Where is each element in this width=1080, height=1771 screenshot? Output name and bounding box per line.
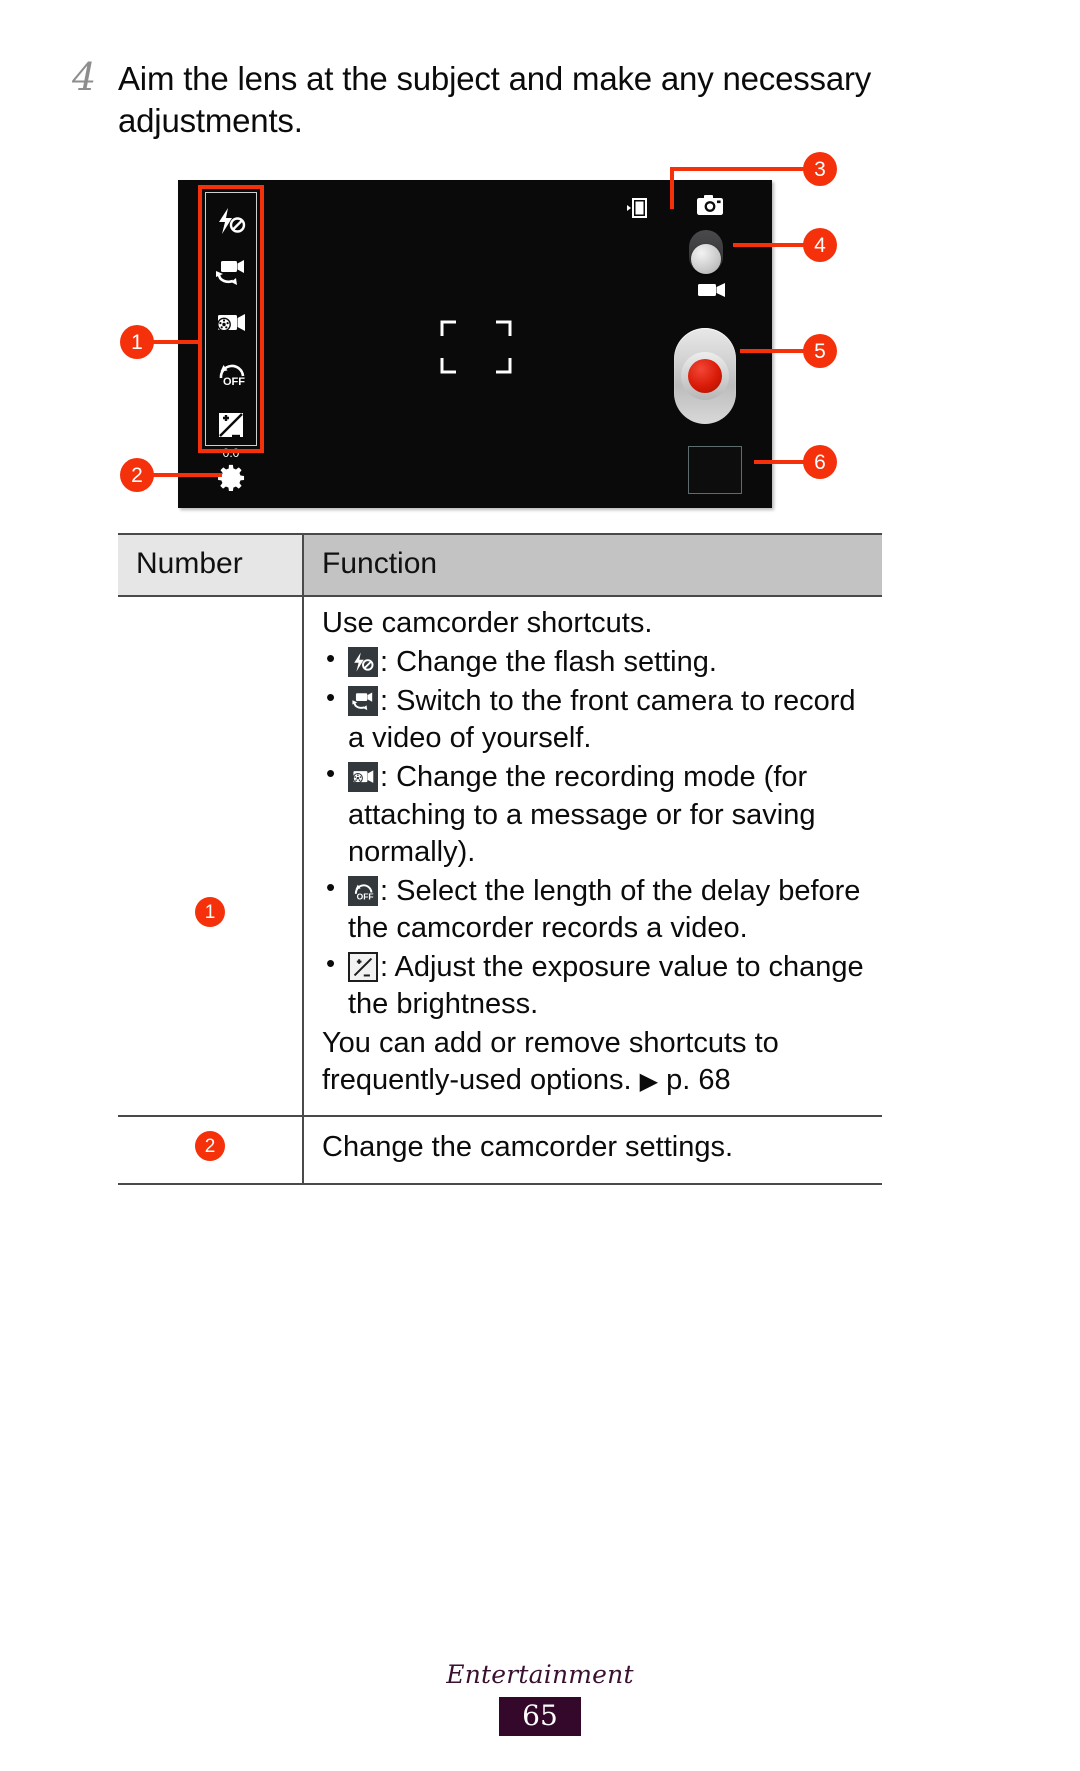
callout-badge-2: 2	[120, 458, 154, 492]
bullet-text: : Change the flash setting.	[380, 646, 717, 679]
autofocus-frame	[440, 320, 512, 374]
shortcuts-highlight-box	[198, 185, 264, 453]
bullet-text: : Select the length of the delay before …	[348, 874, 861, 944]
timer-off-icon: OFF	[348, 875, 378, 906]
callout-badge-3: 3	[803, 152, 837, 186]
shortcuts-bullet-list: : Change the flash setting. : Switch t	[322, 642, 872, 1023]
cross-reference-arrow-icon: ▶	[639, 1068, 659, 1096]
list-item: OFF : Select the length of the delay bef…	[322, 871, 872, 947]
page-number-badge: 65	[499, 1697, 581, 1737]
camera-icon	[696, 194, 724, 221]
recording-mode-icon	[348, 762, 378, 793]
callout-leader-5	[740, 349, 807, 353]
callout-leader-6	[754, 460, 807, 464]
callout-leader-2	[152, 473, 222, 477]
switch-camera-icon	[348, 686, 378, 717]
callout-leader-3-v	[670, 167, 674, 209]
list-item: : Change the flash setting.	[322, 642, 872, 681]
record-button[interactable]	[674, 328, 736, 424]
svg-text:OFF: OFF	[357, 891, 374, 901]
callout-leader-4	[733, 243, 807, 247]
list-item: : Adjust the exposure value to change th…	[322, 947, 872, 1023]
step-instruction: 4 Aim the lens at the subject and make a…	[72, 55, 952, 142]
footer-section-title: Entertainment	[446, 1660, 634, 1689]
list-item: : Change the recording mode (for attachi…	[322, 757, 872, 870]
camcorder-screen-figure: OFF 0.0 3 4 5 6 1 2	[0, 150, 1080, 530]
callout-badge-1: 1	[120, 325, 154, 359]
table-cell-number-2: 2	[118, 1116, 303, 1185]
table-row: 1 Use camcorder shortcuts. : Change the …	[118, 596, 882, 1118]
image-viewer-thumbnail[interactable]	[688, 446, 742, 494]
page-footer: Entertainment 65	[0, 1660, 1080, 1737]
callout-badge-5: 5	[803, 334, 837, 368]
exposure-value-icon	[348, 951, 378, 982]
row-badge-2: 2	[195, 1131, 225, 1162]
shortcuts-intro: Use camcorder shortcuts.	[322, 607, 653, 639]
record-button-ring[interactable]	[681, 352, 729, 400]
step-text: Aim the lens at the subject and make any…	[118, 60, 872, 139]
device-preview-screen: OFF 0.0	[178, 180, 772, 508]
shortcuts-outro: You can add or remove shortcuts to frequ…	[322, 1025, 872, 1099]
table-header-function: Function	[302, 533, 882, 597]
toggle-knob[interactable]	[691, 244, 721, 274]
callout-leader-1	[152, 340, 202, 344]
callout-badge-4: 4	[803, 228, 837, 262]
shortcuts-outro-page: p. 68	[666, 1064, 731, 1097]
row-badge-1: 1	[195, 897, 225, 927]
table-cell-number-1: 1	[118, 596, 303, 1118]
camcorder-mode-icon	[698, 282, 726, 303]
flash-off-icon	[348, 647, 378, 678]
callout-leader-3-h	[670, 167, 806, 171]
storage-location-indicator	[627, 198, 649, 218]
table-cell-function-1: Use camcorder shortcuts. : Change the fl…	[302, 596, 882, 1118]
callout-badge-6: 6	[803, 445, 837, 479]
record-button-dot[interactable]	[688, 359, 722, 393]
camera-camcorder-mode-toggle[interactable]	[687, 230, 725, 276]
table-cell-function-2: Change the camcorder settings.	[302, 1116, 882, 1185]
bullet-text: : Adjust the exposure value to change th…	[348, 950, 864, 1021]
step-number: 4	[72, 55, 97, 99]
bullet-text: : Switch to the front camera to record a…	[348, 685, 856, 755]
table-header-number: Number	[118, 533, 303, 597]
table-row: 2 Change the camcorder settings.	[118, 1116, 882, 1185]
list-item: : Switch to the front camera to record a…	[322, 681, 872, 757]
table-header-row: Number Function	[118, 533, 882, 597]
bullet-text: : Change the recording mode (for attachi…	[348, 761, 816, 868]
function-table: Number Function 1 Use camcorder shortcut…	[118, 533, 882, 1185]
